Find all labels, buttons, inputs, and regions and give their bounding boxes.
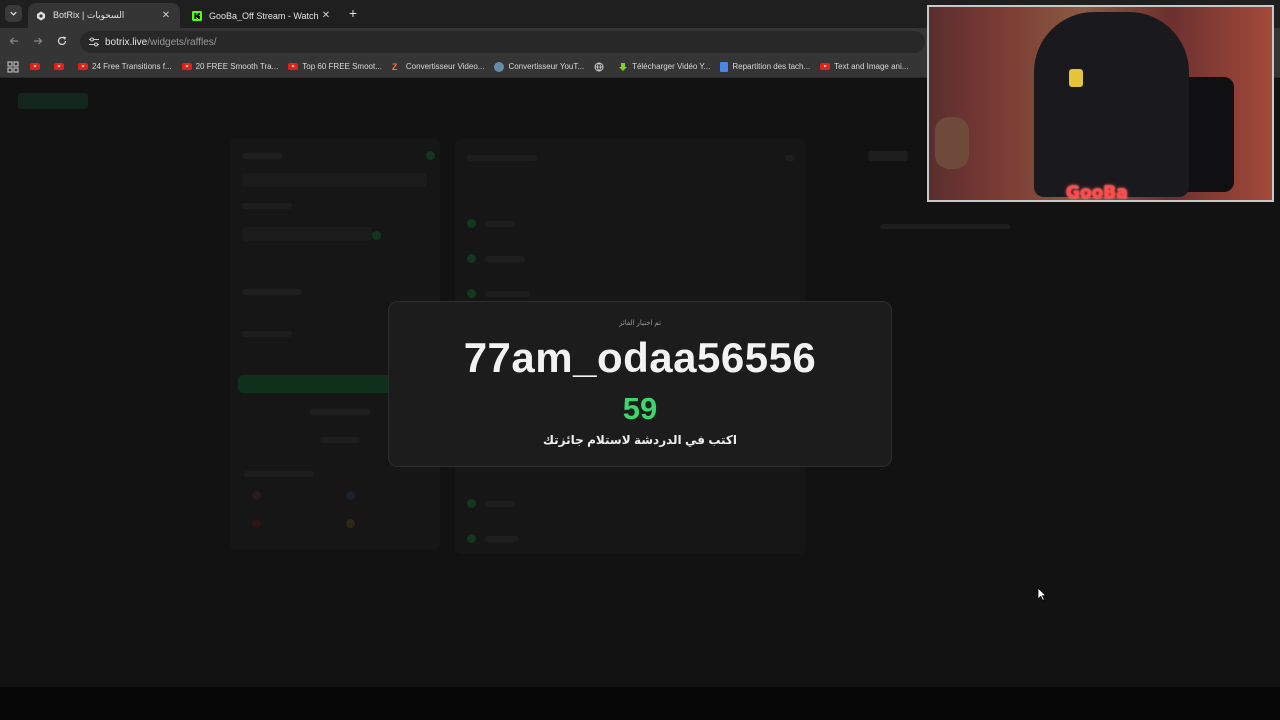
chevron-down-icon — [10, 11, 17, 16]
apps-grid-icon[interactable] — [6, 60, 20, 74]
page-heading-placeholder — [868, 151, 908, 161]
bookmark-item[interactable] — [54, 63, 68, 70]
back-button[interactable] — [6, 34, 22, 50]
bookmark-item[interactable]: Convertisseur YouT... — [494, 61, 585, 72]
streamer — [1034, 12, 1189, 197]
globe-icon — [594, 62, 604, 71]
tab-search-button[interactable] — [5, 5, 22, 22]
url-path: /widgets/raffles/ — [147, 36, 217, 48]
reload-button[interactable] — [54, 34, 70, 50]
youtube-icon — [30, 63, 40, 70]
bookmark-item[interactable]: Télécharger Vidéo Y... — [618, 62, 710, 72]
tab-title: GooBa_Off Stream - Watch Live — [209, 10, 320, 21]
youtube-icon — [181, 63, 192, 70]
botrix-favicon-icon — [37, 11, 45, 20]
bookmark-item[interactable]: Text and Image ani... — [820, 62, 908, 71]
document-icon — [720, 61, 729, 72]
url-host: botrix.live — [105, 36, 148, 48]
forward-button[interactable] — [30, 34, 46, 50]
z-icon: Z — [391, 61, 398, 72]
bookmark-label: Convertisseur YouT... — [508, 62, 585, 71]
jersey-badge — [1069, 69, 1083, 87]
address-bar[interactable]: botrix.live/widgets/raffles/ — [80, 31, 925, 53]
bookmark-item[interactable]: Z Convertisseur Video... — [392, 62, 485, 72]
winner-countdown: 59 — [622, 391, 658, 426]
new-tab-button[interactable]: + — [346, 6, 360, 20]
claim-instruction: اكتب في الدردشة لاستلام جائزتك — [542, 433, 738, 447]
site-settings-icon[interactable] — [88, 36, 100, 48]
arrow-left-icon — [9, 37, 18, 45]
webcam-overlay: GooBa — [927, 5, 1274, 202]
bookmark-item[interactable]: 24 Free Transitions f... — [78, 62, 172, 71]
youtube-icon — [78, 63, 88, 70]
mouse-cursor-icon — [1037, 587, 1047, 601]
bookmark-label: Convertisseur Video... — [405, 62, 485, 71]
winner-modal: تم اختيار الفائز 77am_odaa56556 59 اكتب … — [388, 301, 892, 467]
bookmark-label: 24 Free Transitions f... — [92, 62, 172, 71]
bookmark-item[interactable]: Top 60 FREE Smoot... — [288, 62, 382, 71]
bookmark-label: Text and Image ani... — [834, 62, 909, 71]
bookmark-item[interactable] — [594, 62, 608, 72]
kick-favicon-icon — [192, 10, 202, 21]
download-icon — [619, 62, 628, 71]
close-tab-icon[interactable]: ✕ — [160, 10, 172, 22]
tab-botrix[interactable]: BotRix | السحوبات ✕ — [28, 3, 180, 28]
tab-title: BotRix | السحوبات — [53, 10, 125, 20]
bookmark-item[interactable]: Repartition des tach... — [720, 61, 811, 72]
bookmark-item[interactable] — [30, 63, 44, 70]
second-person — [935, 117, 969, 169]
bookmark-label: Repartition des tach... — [732, 62, 811, 71]
converter-icon — [494, 61, 505, 72]
youtube-icon — [820, 63, 831, 70]
site-logo — [18, 93, 88, 109]
bookmark-label: 20 FREE Smooth Tra... — [195, 62, 279, 71]
streamer-logo: GooBa — [1066, 183, 1128, 202]
browser-window: BotRix | السحوبات ✕ GooBa_Off Stream - W… — [0, 0, 1280, 720]
bottom-bar — [0, 687, 1280, 720]
youtube-icon — [288, 63, 299, 70]
bookmark-item[interactable]: 20 FREE Smooth Tra... — [181, 62, 279, 71]
page-subtext-placeholder — [880, 224, 1010, 229]
arrow-right-icon — [34, 37, 43, 45]
close-tab-icon[interactable]: ✕ — [320, 10, 332, 22]
bookmark-label: Télécharger Vidéo Y... — [632, 62, 711, 71]
youtube-icon — [54, 63, 64, 70]
winner-username: 77am_odaa56556 — [463, 334, 817, 381]
bookmark-label: Top 60 FREE Smoot... — [302, 62, 382, 71]
winner-caption: تم اختيار الفائز — [618, 320, 662, 327]
reload-icon — [57, 36, 67, 46]
tab-kick-stream[interactable]: GooBa_Off Stream - Watch Live ✕ — [184, 3, 340, 28]
